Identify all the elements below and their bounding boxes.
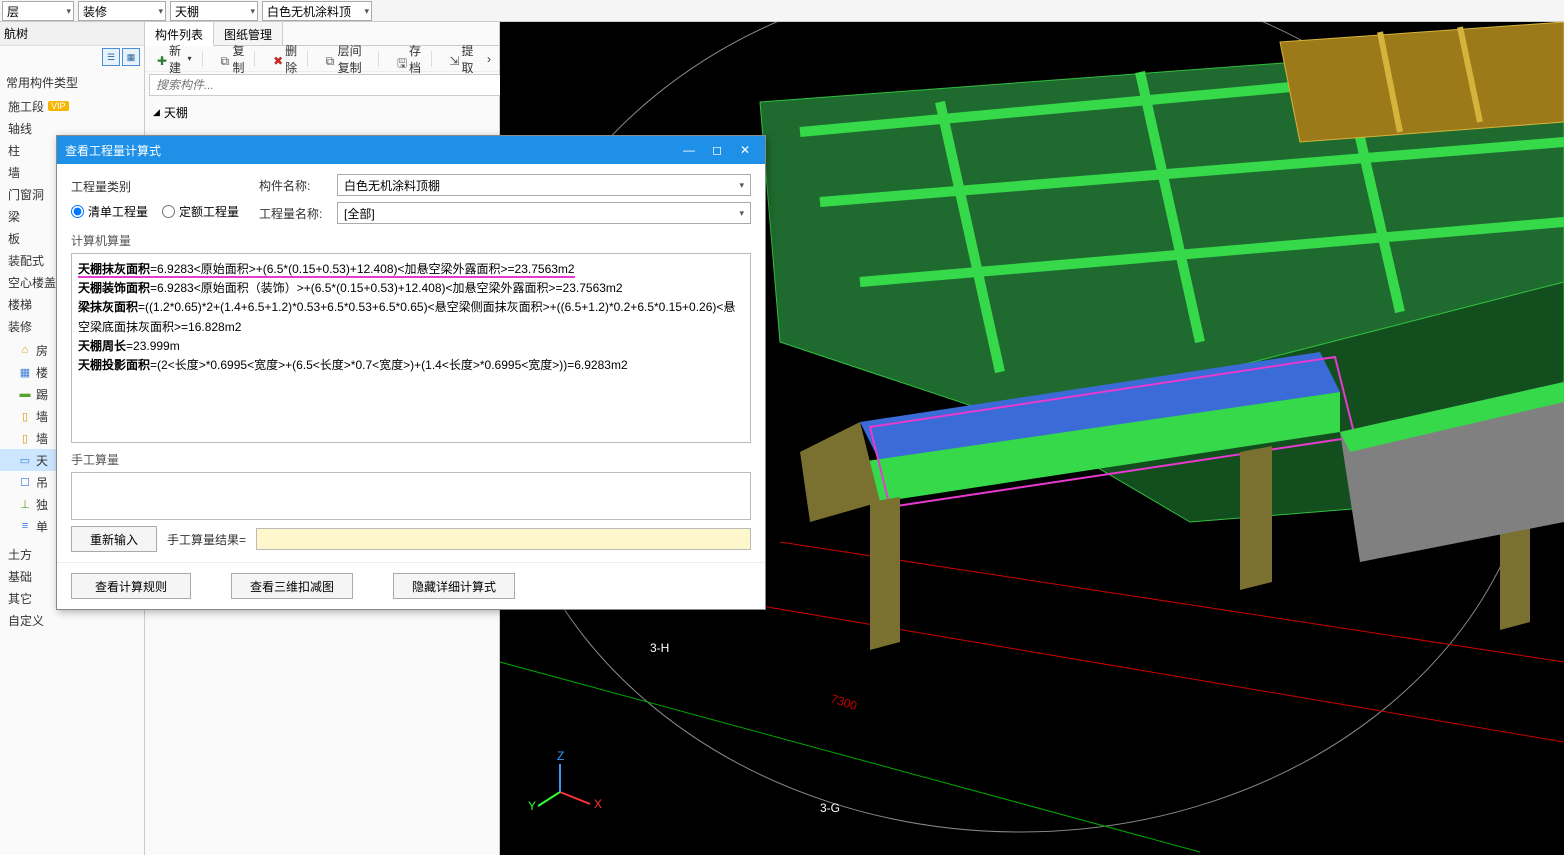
calc-line: 梁抹灰面积=((1.2*0.65)*2+(1.4+6.5+1.2)*0.53+6… [78, 298, 744, 336]
category-icon: ▯ [18, 431, 32, 445]
list-view-icon[interactable]: ☰ [102, 48, 120, 66]
manual-section-title: 手工算量 [71, 451, 751, 468]
toolbar-删除[interactable]: ✖删除 [265, 40, 305, 78]
close-button[interactable]: ✕ [733, 140, 757, 160]
hide-detail-formula-button[interactable]: 隐藏详细计算式 [393, 573, 515, 599]
floor-dropdown[interactable]: 层 [2, 1, 74, 21]
svg-text:Z: Z [557, 749, 564, 763]
quantity-formula-dialog: 查看工程量计算式 ― ◻ ✕ 工程量类别 清单工程量 定额工程量 [56, 135, 766, 610]
calc-line: 天棚装饰面积=6.9283<原始面积（装饰）>+(6.5*(0.15+0.53)… [78, 279, 744, 298]
view-calc-rule-button[interactable]: 查看计算规则 [71, 573, 191, 599]
svg-text:X: X [594, 797, 602, 811]
reinput-button[interactable]: 重新输入 [71, 526, 157, 552]
dimension-label: 7300 [829, 692, 859, 714]
axis-label-3g: 3-G [820, 801, 840, 815]
component-name-label: 构件名称: [259, 177, 329, 194]
radio-quota-quantity[interactable]: 定额工程量 [162, 203, 239, 220]
calc-result-textbox[interactable]: 天棚抹灰面积=6.9283<原始面积>+(6.5*(0.15+0.53)+12.… [71, 253, 751, 443]
collapse-icon[interactable]: ◢ [153, 107, 160, 118]
manual-input-textbox[interactable] [71, 472, 751, 520]
calc-line: 天棚投影面积=(2<长度>*0.6995<宽度>+(6.5<长度>*0.7<宽度… [78, 356, 744, 375]
nav-item[interactable]: 自定义 [0, 609, 144, 631]
dialog-titlebar[interactable]: 查看工程量计算式 ― ◻ ✕ [57, 136, 765, 164]
component-dropdown[interactable]: 白色无机涂料顶 [262, 1, 372, 21]
nav-title: 航树 [0, 22, 144, 46]
top-dropdown-strip: 层 装修 天棚 白色无机涂料顶 [0, 0, 1564, 22]
component-panel: 构件列表 图纸管理 ✚新建 ▾⧉复制✖删除⧉层间复制🖫存档⇲提取› ◢ 天棚 [145, 22, 500, 142]
category-icon: ⊥ [18, 497, 32, 511]
maximize-button[interactable]: ◻ [705, 140, 729, 160]
nav-item[interactable]: 施工段 VIP [0, 95, 144, 117]
nav-header: 常用构件类型 [0, 70, 144, 95]
quantity-name-label: 工程量名称: [259, 205, 329, 222]
category-icon: ▦ [18, 365, 32, 379]
toolbar-存档[interactable]: 🖫存档 [389, 40, 429, 78]
category-icon: ▬ [18, 387, 32, 401]
category-icon: ▯ [18, 409, 32, 423]
tree-root[interactable]: ◢ 天棚 [153, 102, 491, 122]
subcategory-dropdown[interactable]: 天棚 [170, 1, 258, 21]
calc-line: 天棚抹灰面积=6.9283<原始面积>+(6.5*(0.15+0.53)+12.… [78, 260, 744, 279]
toolbar-icon: ⇲ [446, 52, 460, 66]
calc-line: 天棚周长=23.999m [78, 337, 744, 356]
toolbar-icon: ⧉ [322, 52, 336, 66]
manual-result-label: 手工算量结果= [167, 531, 246, 548]
toolbar-新建[interactable]: ✚新建 ▾ [149, 40, 200, 78]
component-name-select[interactable]: 白色无机涂料顶棚 [337, 174, 751, 196]
toolbar-icon: 🖫 [393, 52, 407, 66]
category-icon: ☐ [18, 475, 32, 489]
toolbar-icon: ⧉ [217, 52, 231, 66]
toolbar-icon: ✚ [153, 52, 167, 66]
quantity-name-select[interactable]: [全部] [337, 202, 751, 224]
category-label: 工程量类别 [71, 178, 241, 195]
radio-list-quantity[interactable]: 清单工程量 [71, 203, 148, 220]
component-search-input[interactable] [149, 74, 503, 96]
svg-text:Y: Y [528, 799, 536, 813]
manual-result-field [256, 528, 751, 550]
toolbar-层间复制[interactable]: ⧉层间复制 [318, 40, 376, 78]
view-3d-deduction-button[interactable]: 查看三维扣减图 [231, 573, 353, 599]
axis-label-3h: 3-H [650, 641, 669, 655]
toolbar-提取[interactable]: ⇲提取 [442, 40, 482, 78]
category-dropdown[interactable]: 装修 [78, 1, 166, 21]
toolbar-icon: ✖ [269, 52, 283, 66]
minimize-button[interactable]: ― [677, 140, 701, 160]
category-icon: ▭ [18, 453, 32, 467]
toolbar-复制[interactable]: ⧉复制 [213, 40, 253, 78]
category-icon: ≡ [18, 519, 32, 533]
category-icon: ⌂ [18, 343, 32, 357]
dialog-title-text: 查看工程量计算式 [65, 142, 161, 159]
grid-view-icon[interactable]: ▦ [122, 48, 140, 66]
calc-section-title: 计算机算量 [71, 232, 751, 249]
toolbar-more-icon[interactable]: › [483, 50, 495, 68]
